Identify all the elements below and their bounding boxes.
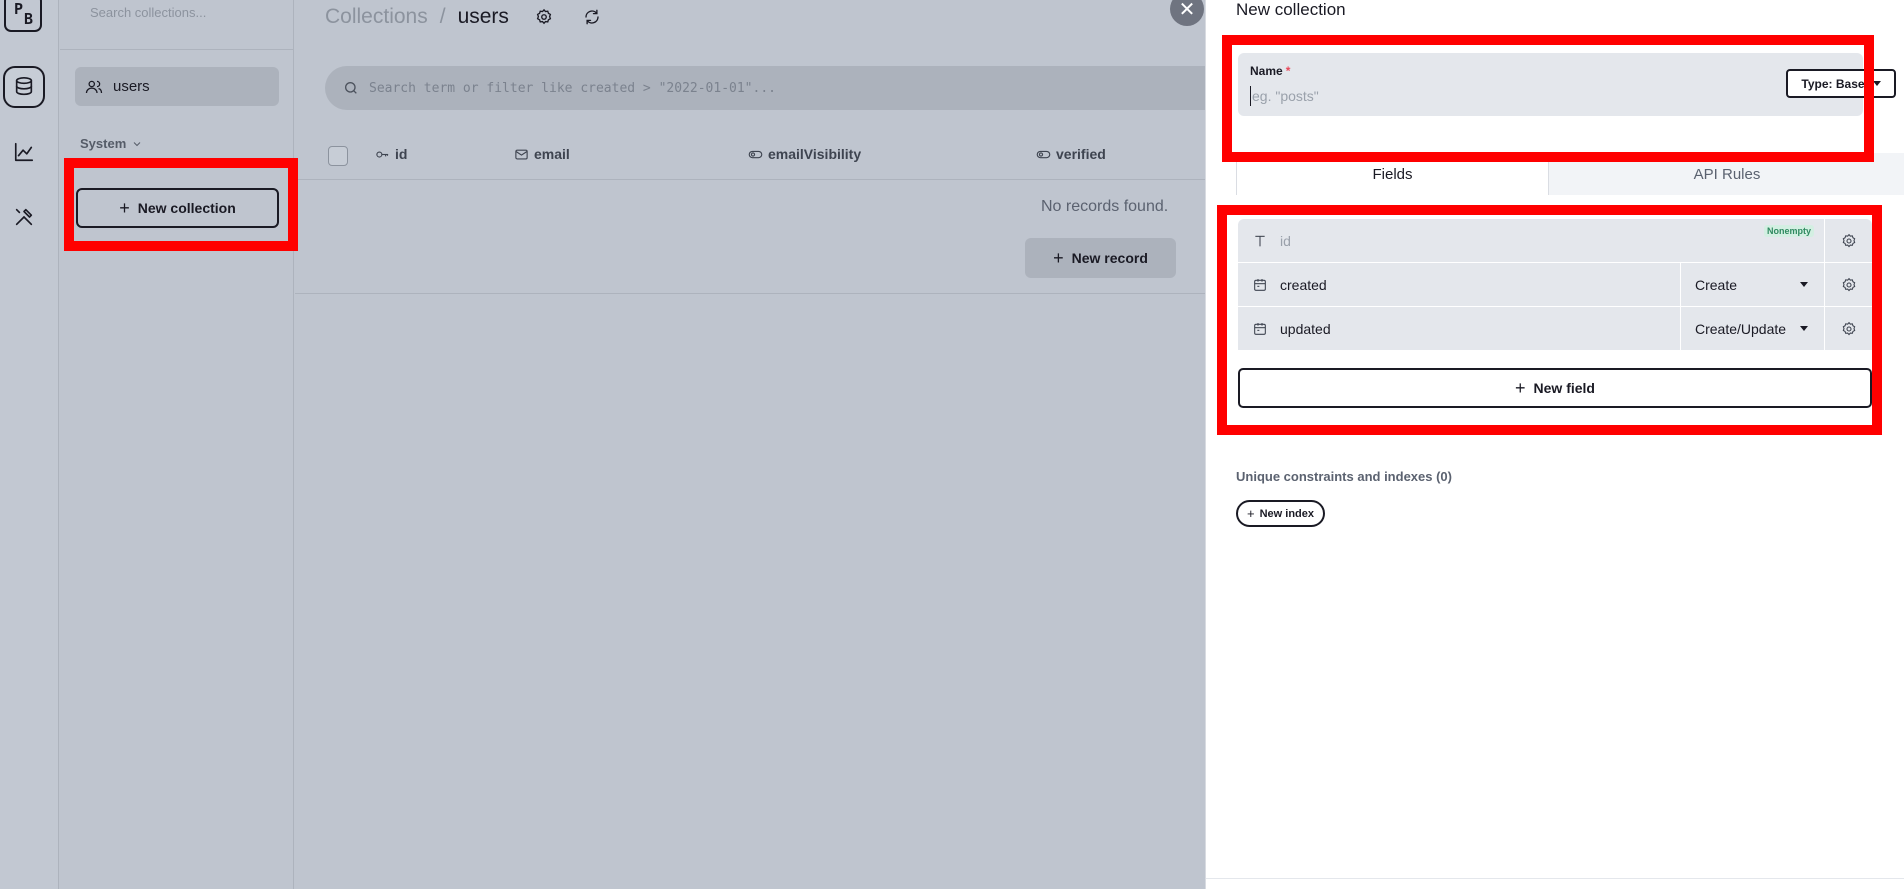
field-row-updated[interactable]: updated Create/Update bbox=[1238, 306, 1872, 351]
new-index-label: New index bbox=[1259, 507, 1314, 520]
column-header-label: email bbox=[534, 146, 570, 162]
column-header-label: emailVisibility bbox=[768, 146, 862, 162]
new-record-label: New record bbox=[1071, 250, 1148, 266]
text-icon bbox=[1255, 235, 1265, 246]
records-search-input[interactable]: Search term or filter like created > "20… bbox=[325, 66, 1205, 110]
breadcrumb-current: users bbox=[457, 5, 509, 28]
column-header-email-visibility[interactable]: emailVisibility bbox=[748, 146, 861, 162]
breadcrumb: Collections / users bbox=[325, 5, 601, 29]
records-search-placeholder: Search term or filter like created > "20… bbox=[369, 80, 776, 96]
toggle-icon bbox=[748, 150, 763, 158]
system-group-toggle[interactable]: System bbox=[80, 136, 143, 151]
fields-list: id Nonempty created Create updated Creat… bbox=[1238, 218, 1872, 351]
column-header-label: verified bbox=[1056, 146, 1106, 162]
new-collection-label: New collection bbox=[137, 200, 236, 216]
tools-icon bbox=[15, 208, 33, 226]
rail-logs-button[interactable] bbox=[3, 131, 45, 173]
system-group-label: System bbox=[80, 136, 127, 151]
breadcrumb-root[interactable]: Collections bbox=[325, 5, 428, 29]
field-name: id bbox=[1280, 232, 1291, 249]
field-name: created bbox=[1280, 276, 1327, 293]
calendar-icon bbox=[1254, 322, 1266, 335]
records-view: Collections / users Search term or filte… bbox=[295, 0, 1205, 889]
key-icon bbox=[376, 150, 389, 158]
sidebar-item-label: users bbox=[113, 78, 150, 95]
column-header-label: id bbox=[395, 146, 408, 162]
empty-state-text: No records found. bbox=[1041, 198, 1169, 215]
logo-letter-p: P bbox=[14, 0, 24, 18]
breadcrumb-separator: / bbox=[439, 5, 446, 28]
collection-type-label: Type: Base bbox=[1801, 76, 1865, 91]
panel-footer-divider bbox=[1206, 878, 1904, 879]
field-row-id[interactable]: id Nonempty bbox=[1238, 218, 1872, 263]
column-header-id[interactable]: id bbox=[375, 146, 407, 162]
field-settings-button[interactable] bbox=[1824, 262, 1872, 307]
new-field-button[interactable]: + New field bbox=[1238, 368, 1872, 408]
column-header-email[interactable]: email bbox=[514, 146, 570, 162]
new-record-button[interactable]: + New record bbox=[1025, 238, 1176, 278]
caret-down-icon bbox=[1872, 81, 1881, 86]
rail-settings-button[interactable] bbox=[3, 196, 45, 238]
column-header-verified[interactable]: verified bbox=[1036, 146, 1106, 162]
plus-icon: + bbox=[1515, 377, 1526, 398]
new-collection-panel: New collection Name* Type: Base Fields A… bbox=[1205, 0, 1904, 889]
caret-down-icon bbox=[1800, 282, 1808, 287]
new-index-button[interactable]: + New index bbox=[1236, 500, 1325, 527]
records-table-header: id email emailVisibility verified bbox=[295, 140, 1205, 180]
pocketbase-logo[interactable]: P B bbox=[4, 0, 42, 32]
sidebar-divider bbox=[60, 49, 294, 50]
sidebar-item-users[interactable]: users bbox=[75, 67, 279, 106]
plus-icon: + bbox=[1247, 506, 1255, 521]
toggle-icon bbox=[1036, 150, 1051, 158]
select-all-checkbox[interactable] bbox=[328, 146, 348, 166]
autodate-option-dropdown[interactable]: Create/Update bbox=[1680, 306, 1824, 351]
rail-collections-button[interactable] bbox=[3, 66, 45, 108]
autodate-option-label: Create bbox=[1695, 276, 1738, 293]
search-icon bbox=[345, 82, 357, 94]
new-collection-button[interactable]: + New collection bbox=[76, 188, 279, 228]
collection-name-field[interactable]: Name* Type: Base bbox=[1238, 53, 1896, 116]
collection-name-input[interactable] bbox=[1250, 86, 1730, 106]
calendar-icon bbox=[1254, 278, 1266, 291]
collection-type-dropdown[interactable]: Type: Base bbox=[1786, 69, 1896, 98]
indexes-title: Unique constraints and indexes (0) bbox=[1236, 469, 1452, 484]
field-name: updated bbox=[1280, 320, 1331, 337]
autodate-option-dropdown[interactable]: Create bbox=[1680, 262, 1824, 307]
plus-icon: + bbox=[119, 197, 130, 218]
nonempty-badge: Nonempty bbox=[1763, 225, 1814, 237]
tab-fields[interactable]: Fields bbox=[1236, 153, 1549, 195]
gear-icon bbox=[1842, 277, 1855, 291]
table-divider bbox=[295, 293, 1205, 294]
mail-icon bbox=[515, 149, 528, 159]
name-field-label: Name * bbox=[1250, 64, 1290, 78]
collections-search-input[interactable]: Search collections... bbox=[90, 5, 206, 20]
database-icon bbox=[15, 77, 33, 96]
logo-letter-b: B bbox=[24, 10, 34, 28]
gear-icon bbox=[1842, 321, 1855, 335]
chart-icon bbox=[14, 142, 34, 162]
field-settings-button[interactable] bbox=[1824, 306, 1872, 351]
collections-sidebar: Search collections... users System + New… bbox=[60, 0, 294, 889]
autodate-option-label: Create/Update bbox=[1695, 320, 1787, 337]
plus-icon: + bbox=[1053, 247, 1064, 268]
new-field-label: New field bbox=[1533, 380, 1595, 396]
required-marker: * bbox=[1285, 64, 1291, 78]
refresh-icon[interactable] bbox=[583, 8, 601, 26]
name-label-text: Name bbox=[1250, 64, 1283, 78]
app-rail: P B bbox=[0, 0, 59, 889]
panel-title: New collection bbox=[1236, 0, 1346, 19]
panel-tabs: Fields API Rules bbox=[1236, 153, 1904, 195]
gear-icon[interactable] bbox=[535, 8, 553, 26]
close-icon: ✕ bbox=[1178, 0, 1196, 21]
chevron-down-icon bbox=[133, 141, 141, 146]
users-icon bbox=[85, 80, 103, 93]
field-row-created[interactable]: created Create bbox=[1238, 262, 1872, 307]
tab-api-rules[interactable]: API Rules bbox=[1549, 153, 1904, 195]
gear-icon bbox=[1842, 233, 1855, 247]
field-settings-button[interactable] bbox=[1824, 218, 1872, 263]
caret-down-icon bbox=[1800, 326, 1808, 331]
